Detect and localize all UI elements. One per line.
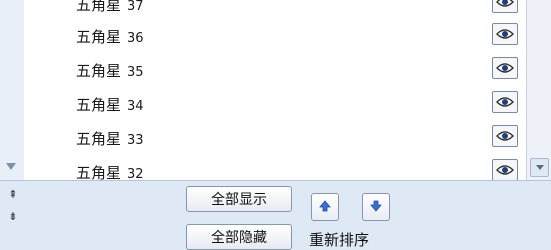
- list-item[interactable]: 五角星 35: [24, 52, 551, 86]
- visibility-toggle[interactable]: [492, 159, 518, 180]
- scroll-down-button[interactable]: [530, 158, 549, 177]
- scroll-left-down-icon[interactable]: [6, 163, 16, 170]
- item-label: 五角星 35: [76, 62, 144, 80]
- move-up-button[interactable]: [311, 193, 339, 221]
- hide-all-button[interactable]: 全部隐藏: [186, 224, 292, 250]
- move-down-button[interactable]: [362, 193, 390, 221]
- eye-icon: [496, 62, 514, 74]
- selection-list: 五角星 37 五角星 36 五角星 35 五角星 34 五角星 33 五角星 32: [0, 0, 551, 180]
- move-top-icon[interactable]: ⇞: [7, 189, 19, 201]
- list-item[interactable]: 五角星 37: [24, 0, 551, 20]
- visibility-toggle[interactable]: [492, 23, 518, 45]
- list-left-strip: [0, 0, 24, 180]
- list-item[interactable]: 五角星 36: [24, 18, 551, 52]
- eye-icon: [496, 96, 514, 108]
- eye-icon: [496, 130, 514, 142]
- eye-icon: [496, 28, 514, 40]
- arrow-down-icon: [369, 198, 383, 217]
- item-label: 五角星 37: [76, 0, 144, 14]
- visibility-toggle[interactable]: [492, 57, 518, 79]
- eye-icon: [496, 0, 514, 8]
- arrow-up-icon: [318, 198, 332, 217]
- move-bottom-icon[interactable]: ⇟: [7, 211, 19, 223]
- vertical-scrollbar[interactable]: [526, 0, 551, 180]
- list-item[interactable]: 五角星 33: [24, 120, 551, 154]
- item-label: 五角星 34: [76, 96, 144, 114]
- show-all-button[interactable]: 全部显示: [186, 186, 292, 212]
- eye-icon: [496, 164, 514, 176]
- item-label: 五角星 32: [76, 164, 144, 180]
- list-item[interactable]: 五角星 34: [24, 86, 551, 120]
- list-item[interactable]: 五角星 32: [24, 154, 551, 180]
- item-label: 五角星 36: [76, 28, 144, 46]
- visibility-toggle[interactable]: [492, 0, 518, 13]
- item-label: 五角星 33: [76, 130, 144, 148]
- reorder-label: 重新排序: [309, 231, 370, 249]
- visibility-toggle[interactable]: [492, 91, 518, 113]
- visibility-toggle[interactable]: [492, 125, 518, 147]
